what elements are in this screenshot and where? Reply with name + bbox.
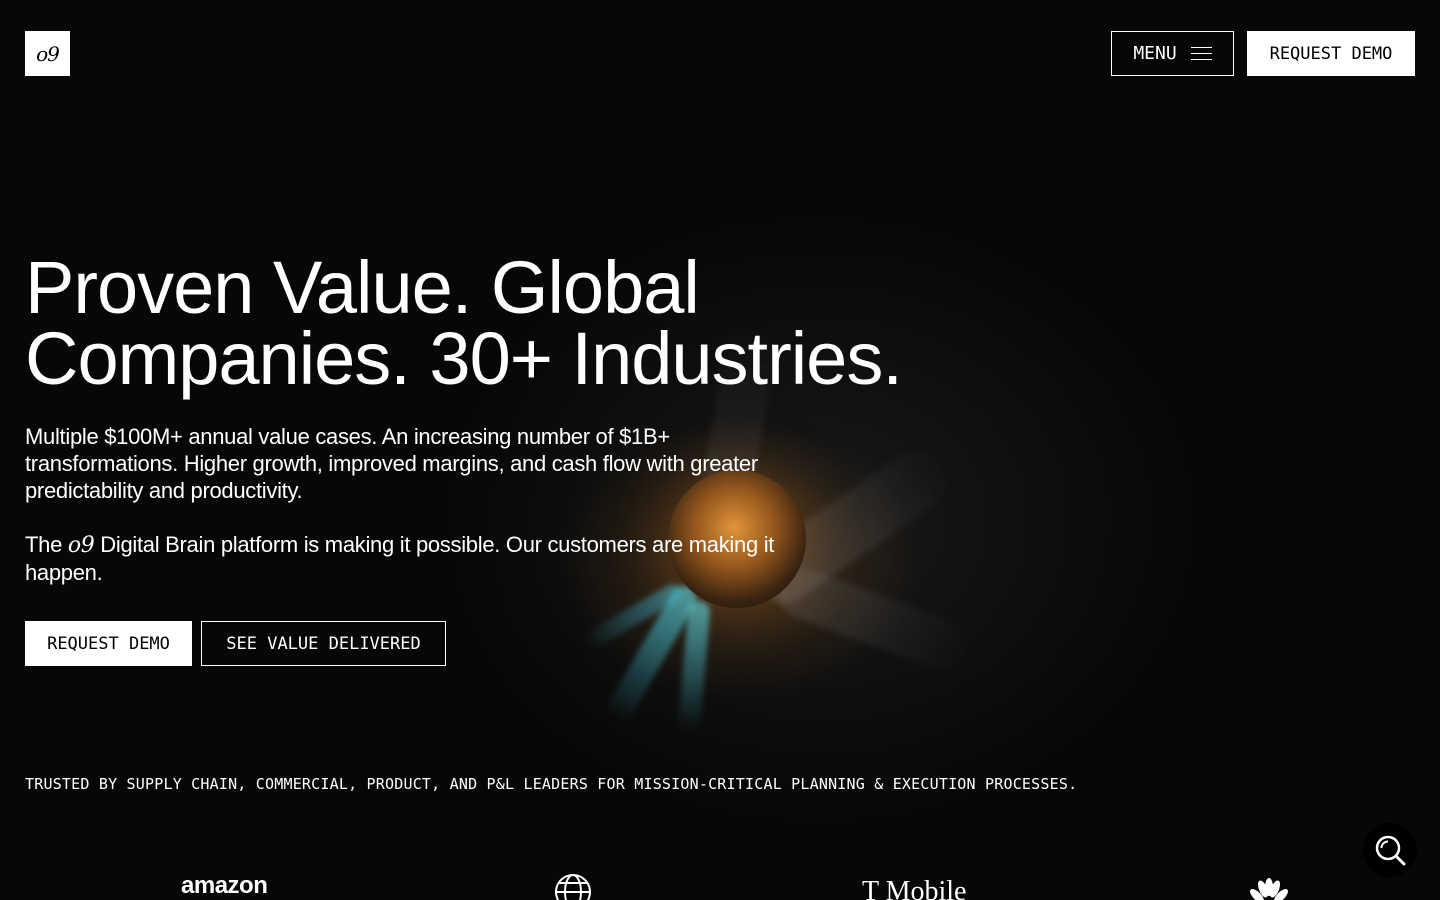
logo-text: o9: [36, 41, 60, 66]
search-button[interactable]: [1363, 823, 1417, 877]
peacock-logo-icon: [1249, 876, 1289, 900]
header-request-demo-button[interactable]: REQUEST DEMO: [1247, 31, 1415, 76]
tmobile-logo: T Mobile: [862, 876, 967, 900]
see-value-delivered-button[interactable]: SEE VALUE DELIVERED: [201, 621, 446, 666]
paragraph-2-suffix: Digital Brain platform is making it poss…: [25, 532, 775, 585]
menu-label: MENU: [1133, 43, 1177, 64]
amazon-logo: amazon: [181, 872, 268, 899]
headline-line-2: Companies. 30+ Industries.: [25, 317, 903, 400]
trusted-by-text: TRUSTED BY SUPPLY CHAIN, COMMERCIAL, PRO…: [25, 775, 1078, 793]
paragraph-2-prefix: The: [25, 532, 68, 557]
hero-paragraph-2: The o9 Digital Brain platform is making …: [25, 531, 815, 586]
hero-request-demo-button[interactable]: REQUEST DEMO: [25, 621, 192, 666]
hero-headline: Proven Value. Global Companies. 30+ Indu…: [25, 251, 1025, 396]
hero-paragraph-1: Multiple $100M+ annual value cases. An i…: [25, 424, 758, 503]
search-icon: [1375, 835, 1406, 866]
menu-button[interactable]: MENU: [1111, 31, 1234, 76]
o9-brand-text: o9: [67, 533, 95, 558]
hamburger-icon: [1190, 46, 1212, 61]
globe-logo-icon: [553, 872, 593, 900]
o9-logo[interactable]: o9: [25, 31, 70, 76]
